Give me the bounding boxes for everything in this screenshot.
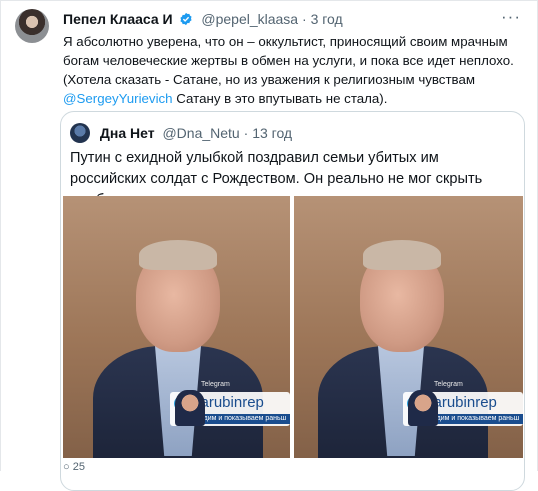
author-handle[interactable]: @pepel_klaasa bbox=[201, 11, 298, 27]
quoted-time: 13 год bbox=[252, 125, 293, 141]
tweet-text-part2: Сатану в это впутывать не стала). bbox=[172, 91, 388, 106]
quoted-author-avatar bbox=[70, 123, 90, 143]
separator-dot: · bbox=[302, 11, 307, 27]
video-frame-right[interactable]: Telegram ➤ zarubinrep видим и показываем… bbox=[294, 196, 523, 458]
reply-count: 25 bbox=[72, 461, 85, 473]
tweet-text: Я абсолютно уверена, что он – оккультист… bbox=[63, 32, 523, 108]
tweet-actions: ○ 25 bbox=[63, 461, 85, 473]
quoted-separator-dot: · bbox=[243, 125, 249, 141]
author-name[interactable]: Пепел Клааса bbox=[63, 11, 159, 27]
video-frame-left[interactable]: Telegram ➤ zarubinrep видим и показываем… bbox=[63, 196, 290, 458]
quoted-media: Telegram ➤ zarubinrep видим и показываем… bbox=[63, 196, 523, 476]
tweet-header: Пепел Клааса И @pepel_klaasa · 3 год bbox=[63, 11, 343, 29]
watermark-top-label: Telegram bbox=[201, 381, 230, 388]
quoted-header: Дна Нет @Dna_Netu · 13 год bbox=[70, 123, 292, 143]
author-avatar[interactable] bbox=[15, 9, 49, 43]
more-icon[interactable]: ··· bbox=[501, 7, 521, 27]
watermark-top-label: Telegram bbox=[434, 381, 463, 388]
quoted-author-handle: @Dna_Netu bbox=[162, 125, 240, 141]
watermark-portrait bbox=[408, 390, 438, 426]
tweet-time[interactable]: 3 год bbox=[311, 11, 343, 27]
quoted-author-name: Дна Нет bbox=[99, 125, 155, 141]
figure-hair bbox=[139, 240, 217, 270]
quoted-tweet[interactable]: Дна Нет @Dna_Netu · 13 год Путин с ехидн… bbox=[60, 111, 525, 491]
author-name-badge: И bbox=[162, 11, 173, 27]
verified-badge-icon bbox=[179, 12, 193, 29]
reply-icon[interactable]: ○ bbox=[63, 461, 70, 473]
tweet-card[interactable]: Пепел Клааса И @pepel_klaasa · 3 год ···… bbox=[0, 0, 538, 491]
watermark-subtitle: видим и показываем раньш bbox=[192, 414, 290, 424]
tweet-text-part1: Я абсолютно уверена, что он – оккультист… bbox=[63, 34, 514, 87]
watermark-subtitle: видим и показываем раньш bbox=[425, 414, 523, 424]
watermark-portrait bbox=[175, 390, 205, 426]
mention-link[interactable]: @SergeyYurievich bbox=[63, 91, 173, 106]
figure-hair bbox=[363, 240, 441, 270]
